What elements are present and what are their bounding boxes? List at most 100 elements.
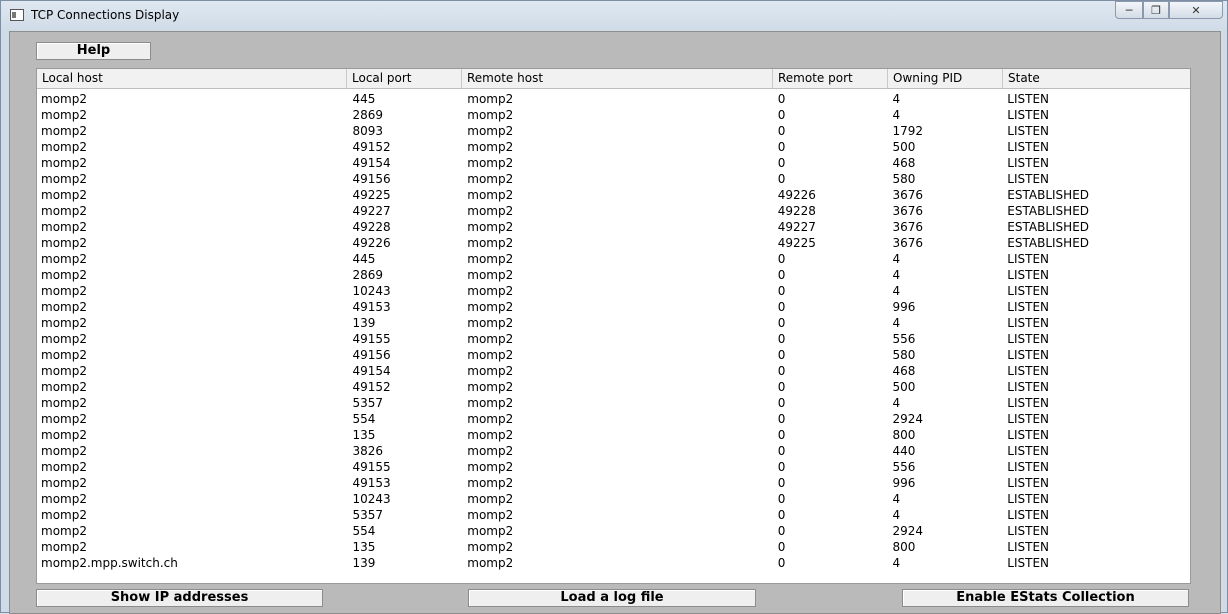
table-row[interactable]: momp2 3826 momp2 0 440 LISTEN xyxy=(37,443,1190,459)
table-cell: momp2 xyxy=(41,332,87,346)
table-cell: momp2 xyxy=(41,508,87,522)
table-cell: LISTEN xyxy=(1007,108,1050,122)
table-cell: 49155 xyxy=(352,332,391,346)
client-area: Help Local host Local port Remote host Remo… xyxy=(9,31,1221,614)
table-cell: 49226 xyxy=(352,236,391,250)
table-row[interactable]: momp2 49155 momp2 0 556 LISTEN xyxy=(37,331,1190,347)
maximize-button[interactable]: ❐ xyxy=(1143,1,1169,19)
table-cell: 0 xyxy=(777,508,786,522)
column-header[interactable]: Local host xyxy=(37,69,347,88)
load-log-file-button[interactable]: Load a log file xyxy=(468,589,756,607)
table-cell: 0 xyxy=(777,492,786,506)
table-cell: 139 xyxy=(352,556,376,570)
table-cell: 4 xyxy=(892,492,901,506)
table-cell: 0 xyxy=(777,108,786,122)
table-row[interactable]: momp2 135 momp2 0 800 LISTEN xyxy=(37,539,1190,555)
table-row[interactable]: momp2 5357 momp2 0 4 LISTEN xyxy=(37,507,1190,523)
column-header[interactable]: Remote port xyxy=(773,69,888,88)
table-cell: LISTEN xyxy=(1007,252,1050,266)
table-row[interactable]: momp2 2869 momp2 0 4 LISTEN xyxy=(37,107,1190,123)
table-row[interactable]: momp2 49153 momp2 0 996 LISTEN xyxy=(37,475,1190,491)
table-cell: 580 xyxy=(892,348,916,362)
window-title: TCP Connections Display xyxy=(31,8,180,22)
column-header[interactable]: State xyxy=(1003,69,1190,88)
column-header[interactable]: Remote host xyxy=(462,69,773,88)
table-row[interactable]: momp2 445 momp2 0 4 LISTEN xyxy=(37,91,1190,107)
show-ip-addresses-button[interactable]: Show IP addresses xyxy=(36,589,323,607)
table-row[interactable]: momp2 135 momp2 0 800 LISTEN xyxy=(37,427,1190,443)
table-row[interactable]: momp2.mpp.switch.ch 139 momp2 0 4 LISTEN xyxy=(37,555,1190,571)
table-row[interactable]: momp2 10243 momp2 0 4 LISTEN xyxy=(37,491,1190,507)
table-cell: 3676 xyxy=(892,220,924,234)
table-cell: momp2 xyxy=(467,524,514,538)
table-cell: momp2 xyxy=(467,444,514,458)
enable-estats-collection-button[interactable]: Enable EStats Collection xyxy=(902,589,1189,607)
table-cell: momp2 xyxy=(41,412,87,426)
table-cell: LISTEN xyxy=(1007,300,1050,314)
table-cell: momp2 xyxy=(467,556,514,570)
table-row[interactable]: momp2 554 momp2 0 2924 LISTEN xyxy=(37,411,1190,427)
table-cell: momp2 xyxy=(41,172,87,186)
table-header: Local host Local port Remote host Remote po… xyxy=(37,69,1190,89)
table-cell: 0 xyxy=(777,396,786,410)
table-cell: momp2 xyxy=(41,252,87,266)
table-cell: momp2 xyxy=(467,476,514,490)
table-row[interactable]: momp2 49226 momp2 49225 3676 ESTABLISHED xyxy=(37,235,1190,251)
table-cell: 580 xyxy=(892,172,916,186)
table-row[interactable]: momp2 445 momp2 0 4 LISTEN xyxy=(37,251,1190,267)
table-row[interactable]: momp2 49152 momp2 0 500 LISTEN xyxy=(37,379,1190,395)
table-row[interactable]: momp2 554 momp2 0 2924 LISTEN xyxy=(37,523,1190,539)
table-cell: momp2 xyxy=(467,236,514,250)
table-row[interactable]: momp2 49228 momp2 49227 3676 ESTABLISHED xyxy=(37,219,1190,235)
table-cell: 49153 xyxy=(352,300,391,314)
table-cell: 139 xyxy=(352,316,376,330)
table-row[interactable]: momp2 10243 momp2 0 4 LISTEN xyxy=(37,283,1190,299)
title-bar[interactable]: TCP Connections Display ─ ❐ ✕ xyxy=(1,1,1227,31)
table-row[interactable]: momp2 49227 momp2 49228 3676 ESTABLISHED xyxy=(37,203,1190,219)
table-row[interactable]: momp2 139 momp2 0 4 LISTEN xyxy=(37,315,1190,331)
table-cell: 49154 xyxy=(352,364,391,378)
table-row[interactable]: momp2 8093 momp2 0 1792 LISTEN xyxy=(37,123,1190,139)
table-cell: momp2 xyxy=(41,364,87,378)
table-row[interactable]: momp2 2869 momp2 0 4 LISTEN xyxy=(37,267,1190,283)
table-cell: momp2 xyxy=(467,268,514,282)
help-button[interactable]: Help xyxy=(36,42,151,60)
table-cell: momp2 xyxy=(467,460,514,474)
connections-table[interactable]: Local host Local port Remote host Remote po… xyxy=(36,68,1191,584)
table-row[interactable]: momp2 49225 momp2 49226 3676 ESTABLISHED xyxy=(37,187,1190,203)
table-cell: 4 xyxy=(892,108,901,122)
table-cell: LISTEN xyxy=(1007,412,1050,426)
table-cell: LISTEN xyxy=(1007,460,1050,474)
table-cell: 135 xyxy=(352,540,376,554)
table-cell: 2924 xyxy=(892,412,924,426)
table-cell: momp2 xyxy=(467,508,514,522)
table-cell: 556 xyxy=(892,460,916,474)
column-header[interactable]: Owning PID xyxy=(888,69,1003,88)
table-row[interactable]: momp2 49154 momp2 0 468 LISTEN xyxy=(37,363,1190,379)
table-row[interactable]: momp2 49156 momp2 0 580 LISTEN xyxy=(37,347,1190,363)
table-cell: 49152 xyxy=(352,380,391,394)
column-header[interactable]: Local port xyxy=(347,69,462,88)
table-cell: momp2 xyxy=(467,348,514,362)
table-row[interactable]: momp2 49156 momp2 0 580 LISTEN xyxy=(37,171,1190,187)
close-button[interactable]: ✕ xyxy=(1169,1,1223,19)
table-cell: LISTEN xyxy=(1007,396,1050,410)
table-cell: momp2 xyxy=(467,364,514,378)
table-row[interactable]: momp2 49153 momp2 0 996 LISTEN xyxy=(37,299,1190,315)
table-cell: 4 xyxy=(892,252,901,266)
table-cell: 554 xyxy=(352,524,376,538)
minimize-button[interactable]: ─ xyxy=(1115,1,1143,19)
table-cell: 996 xyxy=(892,300,916,314)
table-cell: 4 xyxy=(892,508,901,522)
table-cell: 8093 xyxy=(352,124,383,138)
table-cell: 3676 xyxy=(892,204,924,218)
table-cell: LISTEN xyxy=(1007,524,1050,538)
table-cell: LISTEN xyxy=(1007,92,1050,106)
table-row[interactable]: momp2 5357 momp2 0 4 LISTEN xyxy=(37,395,1190,411)
table-row[interactable]: momp2 49155 momp2 0 556 LISTEN xyxy=(37,459,1190,475)
table-cell: 2869 xyxy=(352,268,383,282)
table-row[interactable]: momp2 49154 momp2 0 468 LISTEN xyxy=(37,155,1190,171)
table-row[interactable]: momp2 49152 momp2 0 500 LISTEN xyxy=(37,139,1190,155)
table-cell: 0 xyxy=(777,428,786,442)
table-cell: 4 xyxy=(892,396,901,410)
